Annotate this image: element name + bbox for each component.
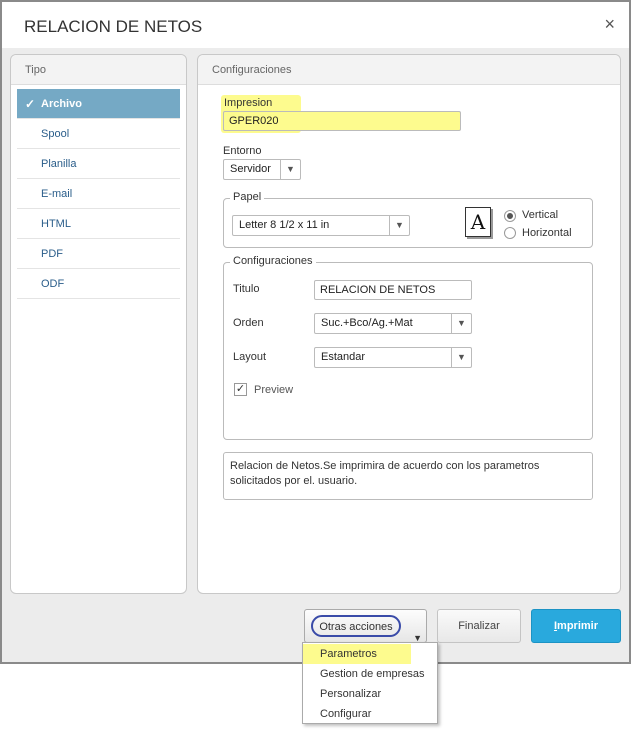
imprimir-label: mprimir [557,620,599,632]
tipo-list: ✓ Archivo Spool Planilla E-mail HTML PDF… [11,85,186,299]
impresion-input[interactable]: GPER020 [223,111,461,131]
menu-item-gestion-empresas[interactable]: Gestion de empresas [303,664,437,684]
menu-item-configurar[interactable]: Configurar [303,704,437,724]
tipo-item-label: Planilla [41,158,77,170]
chevron-down-icon: ▼ [280,160,300,179]
menu-item-label: Parametros [320,648,377,660]
tipo-item-html[interactable]: HTML [17,209,180,239]
chevron-down-icon: ▼ [451,314,471,333]
tipo-item-pdf[interactable]: PDF [17,239,180,269]
menu-item-label: Personalizar [320,688,382,700]
finalizar-button[interactable]: Finalizar [437,609,521,643]
config-header: Configuraciones [198,55,620,85]
tipo-item-label: E-mail [41,188,73,200]
close-icon[interactable]: × [604,14,615,35]
papel-fieldset: Papel Letter 8 1/2 x 11 in ▼ Vertical Ho… [223,191,593,248]
settings-fieldset: Configuraciones Titulo RELACION DE NETOS… [223,255,593,440]
otras-acciones-button[interactable]: Otras acciones ▼ [304,609,427,643]
preview-checkbox[interactable]: ✓ [234,383,247,396]
title-bar: RELACION DE NETOS × [2,2,629,48]
tipo-item-label: PDF [41,248,63,260]
entorno-select[interactable]: Servidor ▼ [223,159,301,180]
menu-item-label: Configurar [320,708,372,720]
font-icon: A [465,207,491,237]
otras-acciones-menu: Parametros Gestion de empresas Personali… [302,642,438,724]
tipo-item-spool[interactable]: Spool [17,119,180,149]
paper-size-select[interactable]: Letter 8 1/2 x 11 in ▼ [232,215,410,236]
tipo-header: Tipo [11,55,186,85]
paper-size-value: Letter 8 1/2 x 11 in [239,219,330,231]
horizontal-radio[interactable] [504,227,516,239]
tipo-item-archivo[interactable]: ✓ Archivo [17,89,180,119]
layout-value: Estandar [321,351,366,363]
orden-label: Orden [233,317,264,329]
check-icon: ✓ [25,97,36,111]
tipo-panel: Tipo ✓ Archivo Spool Planilla E-mail HTM… [10,54,187,594]
vertical-label: Vertical [522,209,559,221]
menu-item-parametros[interactable]: Parametros [303,644,411,664]
chevron-down-icon: ▼ [389,216,409,235]
config-panel: Configuraciones Impresion GPER020 Entorn… [197,54,621,594]
tipo-item-email[interactable]: E-mail [17,179,180,209]
dialog-title: RELACION DE NETOS [24,17,203,36]
orden-value: Suc.+Bco/Ag.+Mat [321,317,413,329]
vertical-radio[interactable] [504,210,516,222]
tipo-item-label: Archivo [41,98,82,110]
menu-item-personalizar[interactable]: Personalizar [303,684,437,704]
tipo-item-planilla[interactable]: Planilla [17,149,180,179]
layout-label: Layout [233,351,267,363]
report-dialog: RELACION DE NETOS × Tipo ✓ Archivo Spool… [0,0,631,664]
layout-select[interactable]: Estandar ▼ [314,347,472,368]
entorno-label: Entorno [223,145,262,157]
tipo-item-label: ODF [41,278,65,290]
impresion-label: Impresion [224,97,273,109]
report-description: Relacion de Netos.Se imprimira de acuerd… [223,452,593,500]
chevron-down-icon: ▼ [451,348,471,367]
imprimir-button[interactable]: Imprimir [531,609,621,643]
settings-legend: Configuraciones [230,255,316,267]
otras-acciones-label: Otras acciones [311,615,401,637]
horizontal-label: Horizontal [522,227,572,239]
menu-item-label: Gestion de empresas [320,668,425,680]
tipo-item-odf[interactable]: ODF [17,269,180,299]
orden-select[interactable]: Suc.+Bco/Ag.+Mat ▼ [314,313,472,334]
titulo-label: Titulo [233,283,260,295]
preview-label: Preview [254,384,294,396]
papel-legend: Papel [230,191,265,203]
titulo-input[interactable]: RELACION DE NETOS [314,280,472,300]
entorno-value: Servidor [230,163,271,175]
tipo-item-label: HTML [41,218,71,230]
tipo-item-label: Spool [41,128,70,140]
